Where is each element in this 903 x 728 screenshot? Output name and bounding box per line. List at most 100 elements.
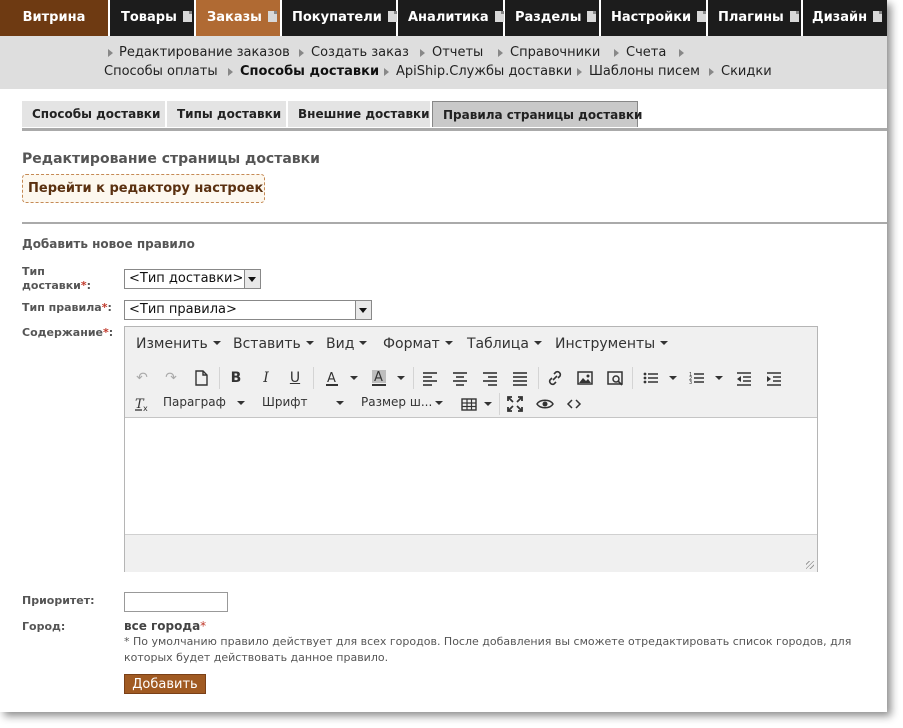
label-line: доставки xyxy=(22,279,81,292)
underline-icon[interactable]: U xyxy=(284,367,306,389)
caret-down-icon xyxy=(336,401,344,405)
text-color-dropdown[interactable] xyxy=(343,367,359,389)
tab-products[interactable]: Товары xyxy=(110,0,196,36)
align-left-icon[interactable] xyxy=(419,367,441,389)
bold-icon[interactable]: B xyxy=(225,367,247,389)
subnav-item-invoices[interactable]: Счета xyxy=(626,45,666,60)
priority-label: Приоритет: xyxy=(22,594,95,607)
rule-type-select[interactable]: <Тип правила> xyxy=(124,300,372,320)
dropdown-label: Параграф xyxy=(163,395,226,409)
page-icon xyxy=(182,11,192,22)
priority-input[interactable] xyxy=(124,592,228,612)
page-title: Редактирование страницы доставки xyxy=(22,151,320,167)
svg-text:A: A xyxy=(374,370,383,385)
font-dropdown[interactable]: Шрифт xyxy=(262,395,346,409)
new-document-icon[interactable] xyxy=(190,367,212,389)
align-right-icon[interactable] xyxy=(479,367,501,389)
image-icon[interactable] xyxy=(574,367,596,389)
select-value: <Тип правила> xyxy=(129,302,237,317)
tab-delivery-methods[interactable]: Способы доставки xyxy=(22,101,167,127)
code-icon[interactable] xyxy=(563,393,585,415)
subnav-item-reports[interactable]: Отчеты xyxy=(432,45,483,60)
undo-icon[interactable]: ↶ xyxy=(131,367,153,389)
label-text: Содержание xyxy=(22,326,103,339)
tab-design[interactable]: Дизайн xyxy=(803,0,887,36)
dropdown-label: Шрифт xyxy=(262,395,308,409)
arrow-right-icon xyxy=(108,49,113,57)
menu-insert[interactable]: Вставить xyxy=(233,336,314,352)
toolbar-separator xyxy=(538,367,539,389)
clear-format-icon[interactable]: Tx xyxy=(131,393,153,415)
menu-format[interactable]: Формат xyxy=(383,336,453,352)
tab-orders[interactable]: Заказы xyxy=(196,0,282,36)
arrow-right-icon xyxy=(299,49,304,57)
city-value[interactable]: все города* xyxy=(124,619,206,633)
background-color-icon[interactable]: A xyxy=(368,367,390,389)
tab-label: Настройки xyxy=(611,10,692,25)
dropdown-label: Размер ш... xyxy=(361,395,433,409)
link-icon[interactable] xyxy=(544,367,566,389)
font-size-dropdown[interactable]: Размер ш... xyxy=(361,395,445,409)
subnav-item-references[interactable]: Справочники xyxy=(510,45,600,60)
tab-delivery-types[interactable]: Типы доставки xyxy=(167,101,288,127)
divider xyxy=(22,222,887,224)
justify-icon[interactable] xyxy=(509,367,531,389)
menu-view[interactable]: Вид xyxy=(326,336,368,352)
media-icon[interactable] xyxy=(604,367,626,389)
svg-text:A: A xyxy=(327,371,336,386)
subnav-item-apiship[interactable]: ApiShip.Службы доставки xyxy=(396,64,572,79)
subnav-item-delivery-methods[interactable]: Способы доставки xyxy=(240,64,379,79)
sub-navigation: Редактирование заказов Создать заказ Отч… xyxy=(0,36,887,89)
paragraph-dropdown[interactable]: Параграф xyxy=(163,395,247,409)
tab-settings[interactable]: Настройки xyxy=(601,0,708,36)
fullscreen-icon[interactable] xyxy=(504,393,526,415)
numbered-list-dropdown[interactable] xyxy=(708,367,724,389)
subnav-item-edit-orders[interactable]: Редактирование заказов xyxy=(119,45,290,60)
bullet-list-icon[interactable] xyxy=(640,367,662,389)
tab-customers[interactable]: Покупатели xyxy=(282,0,398,36)
editor-menubar: Изменить Вставить Вид Формат Таблица Инс… xyxy=(125,327,817,359)
resize-handle-icon[interactable] xyxy=(806,561,814,569)
align-center-icon[interactable] xyxy=(449,367,471,389)
menu-table[interactable]: Таблица xyxy=(467,336,542,352)
caret-down-icon xyxy=(305,341,314,345)
page-icon xyxy=(587,11,597,22)
subnav-item-create-order[interactable]: Создать заказ xyxy=(311,45,409,60)
subnav-item-discounts[interactable]: Скидки xyxy=(721,64,772,79)
tab-vitrina[interactable]: Витрина xyxy=(0,0,110,36)
toolbar-separator xyxy=(632,367,633,389)
tab-label: Разделы xyxy=(515,10,582,25)
browser-frame: Витрина Товары Заказы Покупатели Аналити… xyxy=(0,0,887,712)
background-color-dropdown[interactable] xyxy=(390,367,406,389)
table-dropdown[interactable] xyxy=(477,393,492,415)
delivery-type-select[interactable]: <Тип доставки> xyxy=(124,269,261,289)
italic-icon[interactable]: I xyxy=(255,367,277,389)
tab-analytics[interactable]: Аналитика xyxy=(398,0,505,36)
delivery-tabs: Способы доставки Типы доставки Внешние д… xyxy=(22,101,887,131)
subnav-item-payment-methods[interactable]: Способы оплаты xyxy=(104,64,218,79)
menu-tools[interactable]: Инструменты xyxy=(555,336,669,352)
editor-statusbar xyxy=(125,534,817,572)
menu-edit[interactable]: Изменить xyxy=(136,336,221,352)
label-line: Тип xyxy=(22,265,45,278)
add-button[interactable]: Добавить xyxy=(124,674,206,694)
menu-label: Инструменты xyxy=(555,336,656,352)
caret-down-icon xyxy=(359,341,368,345)
indent-icon[interactable] xyxy=(763,367,785,389)
select-value: <Тип доставки> xyxy=(129,271,244,286)
text-color-icon[interactable]: A xyxy=(321,367,343,389)
editor-content-area[interactable] xyxy=(125,418,817,534)
numbered-list-icon[interactable]: 123 xyxy=(686,367,708,389)
tab-label: Витрина xyxy=(22,10,86,25)
tab-label: Дизайн xyxy=(812,10,868,25)
tab-delivery-page-rules[interactable]: Правила страницы доставки xyxy=(432,101,642,127)
subnav-item-email-templates[interactable]: Шаблоны писем xyxy=(589,64,700,79)
tab-sections[interactable]: Разделы xyxy=(505,0,601,36)
bullet-list-dropdown[interactable] xyxy=(662,367,678,389)
tab-external-delivery[interactable]: Внешние доставки xyxy=(288,101,432,127)
outdent-icon[interactable] xyxy=(733,367,755,389)
settings-editor-link[interactable]: Перейти к редактору настроек xyxy=(22,174,265,203)
redo-icon[interactable]: ↷ xyxy=(160,367,182,389)
preview-icon[interactable] xyxy=(534,393,556,415)
tab-plugins[interactable]: Плагины xyxy=(708,0,803,36)
